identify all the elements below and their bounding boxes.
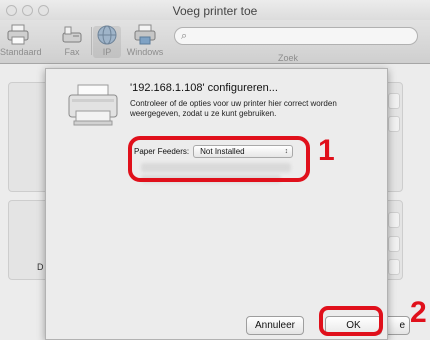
background-field xyxy=(388,116,400,132)
printer-icon xyxy=(66,81,120,129)
toolbar-item-ip[interactable]: IP xyxy=(91,24,123,57)
search-label: Zoek xyxy=(278,53,299,63)
window-title: Voeg printer toe xyxy=(172,4,258,18)
callout-number-1: 1 xyxy=(318,134,335,167)
windows-printer-icon xyxy=(133,24,157,46)
cancel-button[interactable]: Annuleer xyxy=(246,316,304,335)
background-label-fragment: D xyxy=(37,262,44,272)
callout-number-2: 2 xyxy=(410,296,427,329)
fax-icon xyxy=(60,24,84,46)
background-field xyxy=(388,212,400,228)
toolbar: Standaard Fax IP Windows ⌕ Zoek xyxy=(0,20,430,64)
toolbar-item-windows[interactable]: Windows xyxy=(123,24,167,57)
dialog-description: Controleer of de opties voor uw printer … xyxy=(130,99,337,118)
toolbar-item-standaard[interactable]: Standaard xyxy=(0,24,42,57)
search-input[interactable]: ⌕ xyxy=(174,27,418,45)
highlight-box-paper-feeders xyxy=(128,136,310,182)
printer-icon xyxy=(6,24,30,46)
background-field xyxy=(388,236,400,252)
search-icon: ⌕ xyxy=(181,30,188,42)
highlight-box-ok-button xyxy=(319,306,383,336)
title-bar: Voeg printer toe xyxy=(0,0,430,20)
toolbar-label-fax: Fax xyxy=(64,47,80,57)
background-add-button-label: e xyxy=(399,320,405,331)
background-field xyxy=(388,93,400,109)
background-field xyxy=(388,259,400,275)
toolbar-label-windows: Windows xyxy=(126,47,164,57)
globe-icon xyxy=(95,24,119,46)
dialog-title: '192.168.1.108' configureren... xyxy=(130,82,278,94)
toolbar-label-standaard: Standaard xyxy=(0,47,42,57)
configure-printer-sheet: '192.168.1.108' configureren... Controle… xyxy=(45,68,388,340)
toolbar-item-fax[interactable]: Fax xyxy=(55,24,89,57)
toolbar-label-ip: IP xyxy=(102,47,112,57)
